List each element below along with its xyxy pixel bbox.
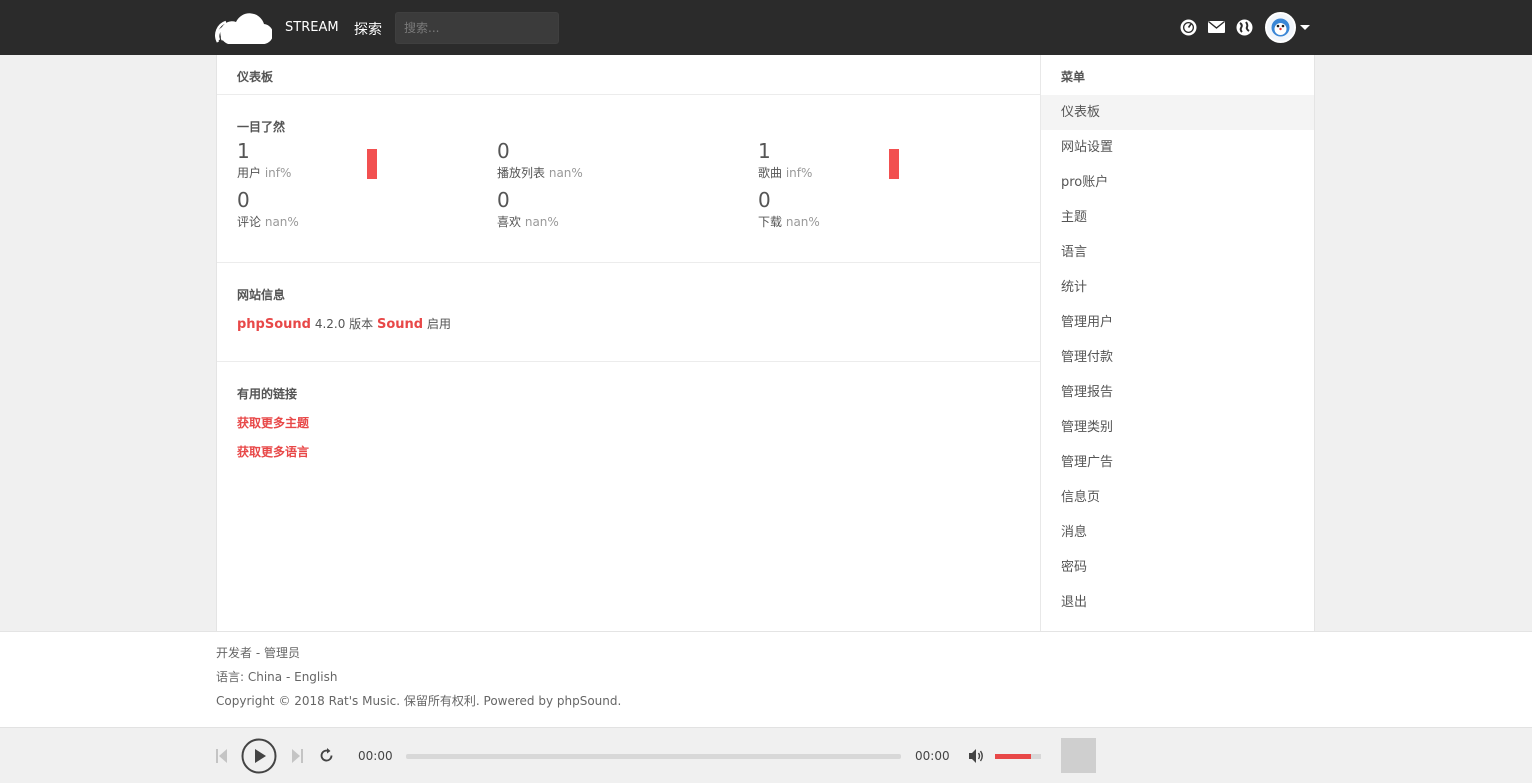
play-button-icon[interactable] <box>241 738 277 774</box>
get-more-languages-link[interactable]: 获取更多语言 <box>237 443 309 460</box>
repeat-icon[interactable] <box>319 748 334 763</box>
seek-progress-bar[interactable] <box>406 754 901 759</box>
sidebar-item-logout[interactable]: 退出 <box>1041 585 1314 620</box>
dashboard-panel: 仪表板 一目了然 1 用户 inf% 0 播放列表 nan% 1 歌曲 inf%… <box>216 55 1040 631</box>
nav-explore-link[interactable]: 探索 <box>354 19 382 39</box>
footer-language-row: 语言: China - English <box>216 668 337 685</box>
stat-likes: 0 喜欢 nan% <box>497 189 559 230</box>
mail-icon[interactable] <box>1208 20 1225 34</box>
total-time: 00:00 <box>915 749 950 763</box>
overview-section: 一目了然 1 用户 inf% 0 播放列表 nan% 1 歌曲 inf% 0 评… <box>217 95 1040 263</box>
sidebar-item-messages[interactable]: 消息 <box>1041 515 1314 550</box>
previous-track-icon[interactable] <box>216 749 227 763</box>
stat-likes-value: 0 <box>497 188 510 212</box>
page-title: 仪表板 <box>217 55 1040 95</box>
page-footer: 开发者 - 管理员 语言: China - English Copyright … <box>0 631 1532 727</box>
stat-songs: 1 歌曲 inf% <box>758 140 812 181</box>
overview-title: 一目了然 <box>237 120 286 134</box>
sidebar-item-manage-categories[interactable]: 管理类别 <box>1041 410 1314 445</box>
stat-playlists-value: 0 <box>497 139 510 163</box>
stat-songs-value: 1 <box>758 139 771 163</box>
stat-playlists: 0 播放列表 nan% <box>497 140 583 181</box>
nav-stream-link[interactable]: STREAM <box>285 20 339 35</box>
user-avatar[interactable] <box>1265 12 1296 43</box>
globe-icon[interactable] <box>1236 19 1253 36</box>
footer-lang-english-link[interactable]: English <box>294 670 337 684</box>
sidebar-item-themes[interactable]: 主题 <box>1041 200 1314 235</box>
get-more-themes-link[interactable]: 获取更多主题 <box>237 414 309 431</box>
site-info-title: 网站信息 <box>237 288 286 302</box>
stat-users: 1 用户 inf% <box>237 140 291 181</box>
app-version: 4.2.0 版本 <box>314 317 374 331</box>
useful-links-title: 有用的链接 <box>237 387 298 401</box>
volume-icon[interactable] <box>969 749 985 763</box>
footer-lang-separator: - <box>282 670 295 684</box>
avatar-image-icon <box>1267 14 1294 41</box>
sidebar-item-password[interactable]: 密码 <box>1041 550 1314 585</box>
stat-users-bar <box>367 149 377 179</box>
sidebar-item-manage-reports[interactable]: 管理报告 <box>1041 375 1314 410</box>
audio-player-bar: 00:00 00:00 <box>0 727 1532 783</box>
sidebar-item-manage-ads[interactable]: 管理广告 <box>1041 445 1314 480</box>
stat-downloads-value: 0 <box>758 188 771 212</box>
footer-developer-link[interactable]: 开发者 <box>216 646 252 660</box>
dashboard-gauge-icon[interactable] <box>1180 19 1197 36</box>
stat-users-value: 1 <box>237 139 250 163</box>
sidebar-item-site-settings[interactable]: 网站设置 <box>1041 130 1314 165</box>
stat-users-label: 用户 inf% <box>237 166 292 180</box>
footer-separator: - <box>252 646 264 660</box>
stat-downloads: 0 下载 nan% <box>758 189 820 230</box>
current-time: 00:00 <box>358 749 393 763</box>
stat-comments-label: 评论 nan% <box>237 215 299 229</box>
stat-comments-value: 0 <box>237 188 250 212</box>
sidebar-item-manage-payments[interactable]: 管理付款 <box>1041 340 1314 375</box>
sidebar-item-dashboard[interactable]: 仪表板 <box>1041 95 1314 130</box>
next-track-icon[interactable] <box>292 749 303 763</box>
footer-admin-link[interactable]: 管理员 <box>264 646 300 660</box>
menu-title: 菜单 <box>1061 70 1086 84</box>
stat-songs-label: 歌曲 inf% <box>758 166 813 180</box>
volume-slider[interactable] <box>995 754 1041 759</box>
stat-comments: 0 评论 nan% <box>237 189 299 230</box>
sidebar-item-info-pages[interactable]: 信息页 <box>1041 480 1314 515</box>
volume-level-fill <box>995 754 1031 759</box>
app-name: phpSound <box>237 317 311 332</box>
top-navbar: STREAM 探索 <box>0 0 1532 55</box>
stat-playlists-label: 播放列表 nan% <box>497 166 583 180</box>
theme-status: 启用 <box>426 317 451 331</box>
stat-likes-label: 喜欢 nan% <box>497 215 559 229</box>
stat-downloads-label: 下载 nan% <box>758 215 820 229</box>
sidebar-item-languages[interactable]: 语言 <box>1041 235 1314 270</box>
footer-language-label: 语言: <box>216 670 248 684</box>
site-info-line: phpSound 4.2.0 版本 Sound 启用 <box>237 315 451 332</box>
account-dropdown-caret-icon[interactable] <box>1300 25 1310 30</box>
sidebar-item-manage-users[interactable]: 管理用户 <box>1041 305 1314 340</box>
admin-menu-sidebar: 菜单 仪表板 网站设置 pro账户 主题 语言 统计 管理用户 管理付款 管理报… <box>1040 55 1315 631</box>
cloud-logo-icon[interactable] <box>214 10 272 46</box>
sidebar-item-statistics[interactable]: 统计 <box>1041 270 1314 305</box>
footer-lang-china-link[interactable]: China <box>248 670 282 684</box>
sidebar-item-pro-accounts[interactable]: pro账户 <box>1041 165 1314 200</box>
footer-links-row: 开发者 - 管理员 <box>216 644 300 661</box>
footer-copyright: Copyright © 2018 Rat's Music. 保留所有权利. Po… <box>216 694 622 708</box>
track-cover-art[interactable] <box>1061 738 1096 773</box>
search-input[interactable] <box>395 12 559 44</box>
site-info-section: 网站信息 phpSound 4.2.0 版本 Sound 启用 <box>217 263 1040 362</box>
stat-songs-bar <box>889 149 899 179</box>
theme-name: Sound <box>377 317 424 332</box>
